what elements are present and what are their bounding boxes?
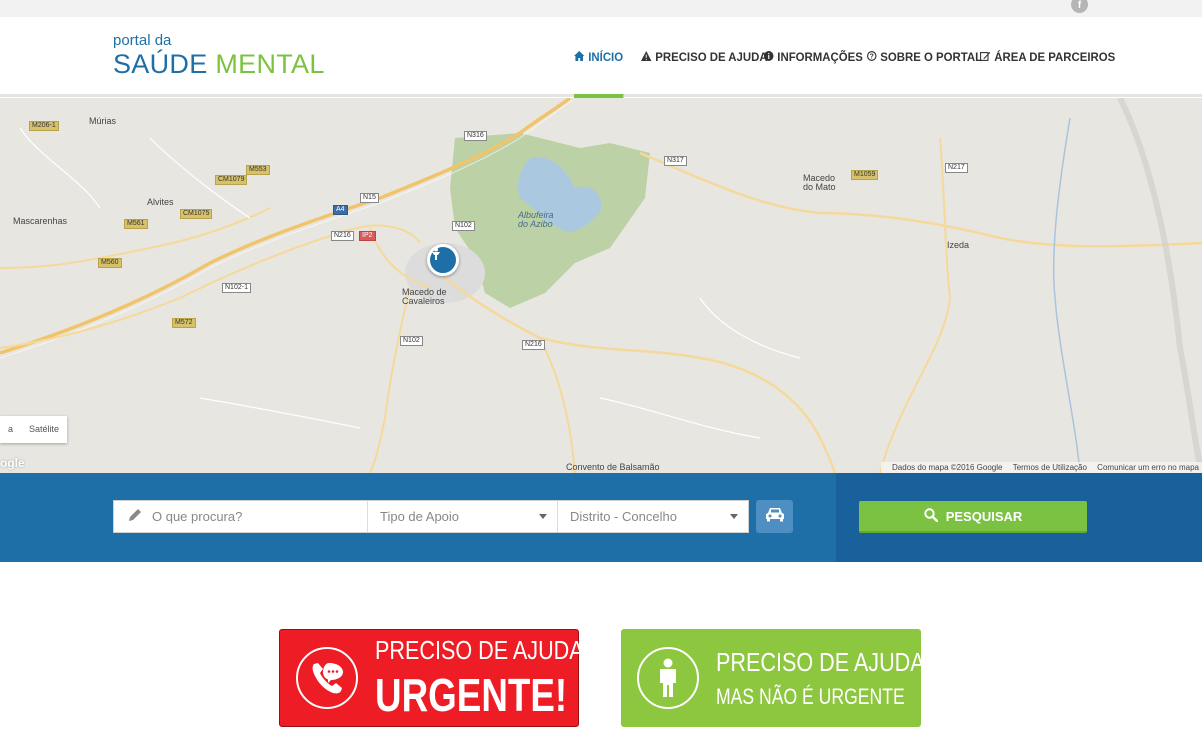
road-tag: N216 — [331, 231, 354, 241]
nav-preciso-de-ajuda[interactable]: PRECISO DE AJUDA — [641, 17, 768, 97]
nav-label: INÍCIO — [588, 50, 624, 64]
nav-informacoes[interactable]: INFORMAÇÕES — [764, 17, 863, 97]
map-type-map-button[interactable]: a — [0, 416, 21, 443]
map-attribution: Dados do mapa ©2016 Google Termos de Uti… — [881, 462, 1202, 473]
edit-icon — [980, 51, 991, 64]
road-tag: N15 — [360, 193, 379, 203]
search-button-label: PESQUISAR — [945, 508, 1023, 524]
road-tag: N216 — [522, 340, 545, 350]
tipo-apoio-placeholder: Tipo de Apoio — [380, 509, 460, 524]
road-tag: M560 — [98, 258, 122, 268]
road-tag: M572 — [172, 318, 196, 328]
search-bar: O que procura? Tipo de Apoio Distrito - … — [0, 473, 1202, 562]
nav-label: INFORMAÇÕES — [777, 50, 863, 64]
nav-area-de-parceiros[interactable]: ÁREA DE PARCEIROS — [980, 17, 1115, 97]
road-tag: M553 — [246, 165, 270, 175]
svg-text:?: ? — [870, 53, 874, 60]
road-tag: M1059 — [851, 170, 879, 180]
nav-label: SOBRE O PORTAL — [880, 50, 983, 64]
road-tag: N102 — [452, 221, 475, 231]
home-icon — [574, 50, 585, 64]
map-canvas — [0, 98, 1202, 473]
road-tag: CM1075 — [180, 209, 213, 219]
road-tag: A4 — [333, 205, 348, 215]
logo-subtitle: portal da — [113, 32, 172, 49]
car-icon — [765, 506, 785, 527]
nav-label: ÁREA DE PARCEIROS — [994, 50, 1116, 64]
nav-label: PRECISO DE AJUDA — [655, 50, 768, 64]
urgent-help-line1: PRECISO DE AJUDA — [375, 634, 584, 665]
facebook-icon[interactable]: f — [1071, 0, 1088, 13]
map-view[interactable]: Múrias Alvites Mascarenhas Macedo de Cav… — [0, 98, 1202, 473]
logo-word-saude: SAÚDE — [113, 49, 208, 79]
map-place: Convento de Balsamão — [566, 462, 660, 472]
map-type-satellite-button[interactable]: Satélite — [21, 416, 67, 443]
road-tag: IP2 — [359, 231, 376, 241]
search-button[interactable]: PESQUISAR — [859, 501, 1087, 533]
map-place: Izeda — [947, 240, 970, 250]
site-logo[interactable]: portal da SAÚDE MENTAL — [113, 32, 325, 80]
map-place: Múrias — [89, 116, 117, 126]
chevron-down-icon — [539, 514, 547, 519]
map-report-link[interactable]: Comunicar um erro no mapa — [1097, 463, 1199, 472]
map-data-text: Dados do mapa ©2016 Google — [892, 463, 1003, 472]
search-input[interactable]: O que procura? — [114, 501, 368, 532]
urgent-help-text: PRECISO DE AJUDA URGENTE! — [375, 635, 626, 722]
search-form: O que procura? Tipo de Apoio Distrito - … — [113, 500, 749, 533]
search-icon — [924, 507, 938, 525]
non-urgent-help-button[interactable]: PRECISO DE AJUDA MAS NÃO É URGENTE — [621, 629, 925, 727]
search-placeholder: O que procura? — [152, 509, 243, 524]
non-urgent-help-line2: MAS NÃO É URGENTE — [716, 683, 905, 709]
top-strip: f — [0, 0, 1202, 17]
pencil-icon — [128, 508, 142, 525]
urgent-help-line2: URGENTE! — [375, 668, 568, 721]
logo-word-mental: MENTAL — [215, 49, 325, 79]
distrito-placeholder: Distrito - Concelho — [570, 509, 677, 524]
road-tag: CM1079 — [215, 175, 248, 185]
road-tag: N317 — [664, 156, 687, 166]
map-place: Alvites — [147, 197, 174, 207]
road-tag: M561 — [124, 219, 148, 229]
map-place: do Mato — [803, 182, 836, 192]
nav-sobre-o-portal[interactable]: ? SOBRE O PORTAL — [866, 17, 983, 97]
road-tag: N102 — [400, 336, 423, 346]
non-urgent-help-text: PRECISO DE AJUDA MAS NÃO É URGENTE — [716, 647, 967, 710]
question-icon: ? — [866, 50, 877, 64]
info-icon — [764, 50, 774, 64]
road-tag: M206-1 — [29, 121, 59, 131]
google-logo: ogle — [0, 456, 25, 470]
site-header: portal da SAÚDE MENTAL INÍCIO PRECISO DE… — [0, 17, 1202, 98]
location-pin[interactable] — [427, 244, 459, 276]
distrito-concelho-select[interactable]: Distrito - Concelho — [558, 501, 748, 532]
urgent-help-button[interactable]: PRECISO DE AJUDA URGENTE! — [279, 629, 584, 727]
tipo-apoio-select[interactable]: Tipo de Apoio — [368, 501, 558, 532]
warning-icon — [641, 50, 652, 64]
person-icon — [637, 647, 699, 709]
car-route-button[interactable] — [756, 500, 793, 533]
map-place: Cavaleiros — [402, 296, 445, 306]
map-type-control: a Satélite — [0, 416, 68, 443]
chevron-down-icon — [730, 514, 738, 519]
phone-chat-icon — [296, 647, 358, 709]
nav-inicio[interactable]: INÍCIO — [574, 17, 624, 98]
road-tag: N217 — [945, 163, 968, 173]
non-urgent-help-line1: PRECISO DE AJUDA — [716, 646, 925, 677]
map-terms-link[interactable]: Termos de Utilização — [1013, 463, 1087, 472]
road-tag: N316 — [464, 131, 487, 141]
map-place: do Azibo — [518, 219, 553, 229]
map-place: Mascarenhas — [13, 216, 68, 226]
logo-title: SAÚDE MENTAL — [113, 49, 325, 79]
road-tag: N102-1 — [222, 283, 251, 293]
